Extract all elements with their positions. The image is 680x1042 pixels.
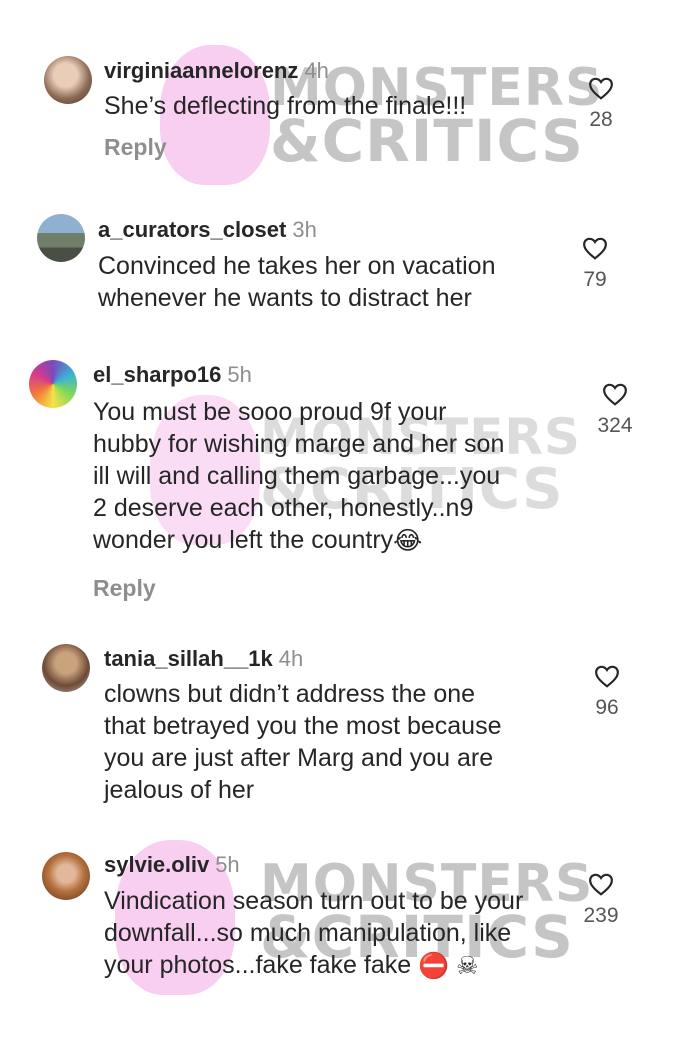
comment-text-line-content: wonder you left the country	[93, 526, 394, 554]
comment-text: She’s deflecting from the finale!!!	[104, 90, 466, 122]
comment-username[interactable]: a_curators_closet	[98, 217, 286, 242]
like-button[interactable]: 239	[571, 872, 631, 928]
heart-outline-icon	[603, 383, 627, 406]
comment-time: 5h	[227, 362, 252, 387]
comment-text-line: 2 deserve each other, honestly..n9	[93, 494, 474, 522]
avatar[interactable]	[29, 360, 77, 408]
like-count: 79	[583, 268, 607, 291]
comment-time: 5h	[215, 852, 240, 877]
comment-text-line: whenever he wants to distract her	[98, 284, 472, 312]
comment-text-line: Vindication season turn out to be your	[104, 887, 524, 915]
comment-text: clowns but didn’t address the one that b…	[104, 678, 501, 806]
avatar[interactable]	[44, 56, 92, 104]
comment-text-line: wonder you left the country😂	[93, 524, 504, 557]
comment-username[interactable]: virginiaannelorenz	[104, 58, 298, 83]
like-count: 324	[597, 414, 633, 437]
heart-outline-icon	[583, 237, 607, 260]
heart-outline-icon	[589, 77, 613, 100]
comment-username[interactable]: el_sharpo16	[93, 362, 221, 387]
comment-text: Vindication season turn out to be your d…	[104, 885, 523, 982]
comment-meta: el_sharpo16 5h	[93, 362, 252, 388]
comment-username[interactable]: sylvie.oliv	[104, 852, 209, 877]
like-count: 28	[589, 108, 613, 131]
like-button[interactable]: 324	[585, 382, 645, 438]
comment-meta: tania_sillah__1k 4h	[104, 646, 303, 672]
comment-text-line: She’s deflecting from the finale!!!	[104, 92, 467, 120]
no-entry-skull-emoji-icon: ⛔ ☠	[418, 952, 479, 981]
like-count: 96	[595, 696, 619, 719]
like-count: 239	[583, 904, 619, 927]
comment-text-line: hubby for wishing marge and her son	[93, 430, 505, 458]
comment-meta: a_curators_closet 3h	[98, 217, 317, 243]
comment-username[interactable]: tania_sillah__1k	[104, 646, 273, 671]
laughing-emoji-icon: 😂	[393, 527, 423, 556]
avatar[interactable]	[37, 214, 85, 262]
comment-text-line: clowns but didn’t address the one	[104, 680, 476, 708]
comment-text: You must be sooo proud 9f your hubby for…	[93, 396, 504, 557]
comment-time: 3h	[292, 217, 317, 242]
comment-text-line: You must be sooo proud 9f your	[93, 398, 447, 426]
comment-text: Convinced he takes her on vacation whene…	[98, 250, 495, 314]
heart-outline-icon	[589, 873, 613, 896]
comment-text-line: you are just after Marg and you are	[104, 744, 494, 772]
comment-text-line: ill will and calling them garbage...you	[93, 462, 501, 490]
comment-meta: sylvie.oliv 5h	[104, 852, 240, 878]
avatar[interactable]	[42, 644, 90, 692]
reply-button[interactable]: Reply	[93, 575, 156, 602]
comment-text-line: downfall...so much manipulation, like	[104, 919, 512, 947]
comment-time: 4h	[304, 58, 329, 83]
comment-text-line: Convinced he takes her on vacation	[98, 252, 496, 280]
comment-text-line: that betrayed you the most because	[104, 712, 502, 740]
comment-meta: virginiaannelorenz 4h	[104, 58, 329, 84]
avatar[interactable]	[42, 852, 90, 900]
like-button[interactable]: 79	[565, 236, 625, 292]
comment-text-line: your photos...fake fake fake ⛔ ☠	[104, 949, 523, 982]
comment-text-line: jealous of her	[104, 776, 255, 804]
like-button[interactable]: 96	[577, 664, 637, 720]
comment-time: 4h	[278, 646, 304, 671]
like-button[interactable]: 28	[571, 76, 631, 132]
reply-button[interactable]: Reply	[104, 134, 167, 161]
comment-text-line-content: your photos...fake fake fake	[104, 951, 412, 979]
heart-outline-icon	[595, 665, 619, 688]
